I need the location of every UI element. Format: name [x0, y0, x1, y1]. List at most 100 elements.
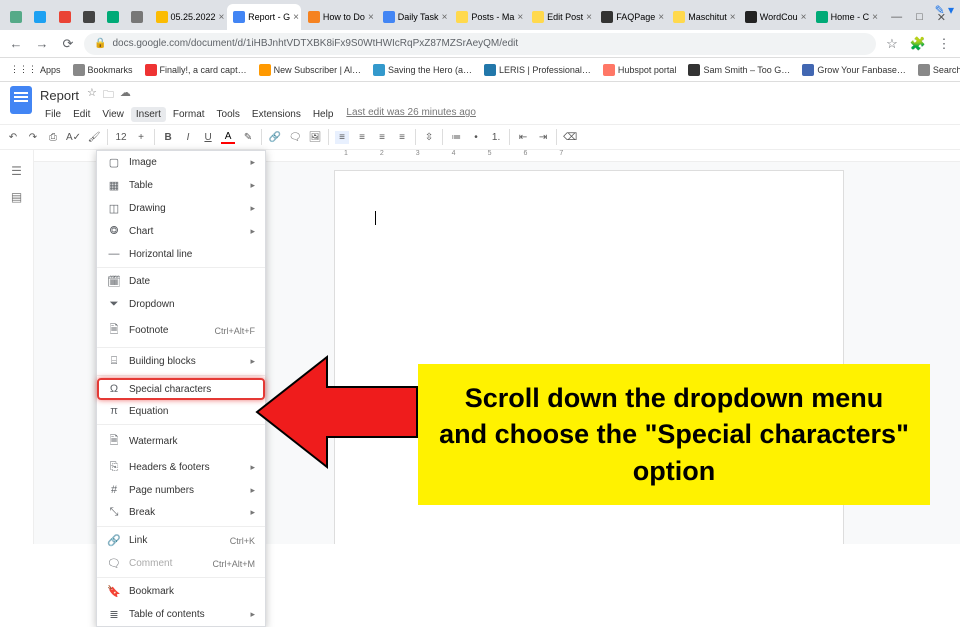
highlight-button[interactable]: ✎ [241, 132, 255, 143]
menu-button[interactable]: ⋮ [934, 36, 954, 52]
forward-button[interactable]: → [32, 36, 52, 51]
redo-button[interactable]: ↷ [26, 132, 40, 143]
text-color-button[interactable]: A [221, 131, 235, 144]
menu-item-watermark[interactable]: 🗎Watermark [97, 427, 265, 456]
tab[interactable]: Daily Task× [377, 4, 450, 30]
menu-item-chart[interactable]: ⭗Chart▸ [97, 220, 265, 243]
tab[interactable] [125, 4, 148, 30]
align-center-button[interactable]: ≡ [355, 132, 369, 143]
undo-button[interactable]: ↶ [6, 132, 20, 143]
bookmark-item[interactable]: New Subscriber | Al… [255, 64, 365, 76]
tab[interactable] [53, 4, 76, 30]
bookmark-item[interactable]: SearchFormsOnline [914, 64, 960, 76]
tab[interactable] [28, 4, 51, 30]
menu-item-break[interactable]: ⤡Break▸ [97, 501, 265, 524]
menu-item-table-of-contents[interactable]: ≣Table of contents▸ [97, 603, 265, 626]
menu-item-special-characters[interactable]: ΩSpecial characters [97, 378, 265, 400]
tab[interactable]: Home - C× [810, 4, 881, 30]
close-icon[interactable]: × [801, 12, 807, 23]
menu-item-building-blocks[interactable]: ⌸Building blocks▸ [97, 350, 265, 373]
bookmark-item[interactable]: Sam Smith – Too G… [684, 64, 794, 76]
align-right-button[interactable]: ≡ [375, 132, 389, 143]
tab[interactable]: Edit Post× [526, 4, 594, 30]
reload-button[interactable]: ⟳ [58, 36, 78, 52]
extensions-button[interactable]: 🧩 [908, 36, 928, 52]
tab-active[interactable]: Report - G× [227, 4, 301, 30]
close-icon[interactable]: × [293, 12, 299, 23]
menu-item-drawing[interactable]: ◫Drawing▸ [97, 197, 265, 220]
menu-tools[interactable]: Tools [212, 107, 245, 122]
bookmark-item[interactable]: Bookmarks [69, 64, 137, 76]
menu-item-image[interactable]: ▢Image▸ [97, 151, 265, 174]
menu-item-dropdown[interactable]: ⏷Dropdown [97, 293, 265, 316]
italic-button[interactable]: I [181, 132, 195, 143]
close-icon[interactable]: × [368, 12, 374, 23]
increase-indent-button[interactable]: ⇥ [536, 132, 550, 143]
outline-toggle-icon[interactable]: ☰ [11, 164, 22, 178]
minimize-button[interactable]: — [891, 11, 902, 24]
menu-file[interactable]: File [40, 107, 66, 122]
line-spacing-button[interactable]: ⇳ [422, 132, 436, 143]
menu-item-footnote[interactable]: 🗎FootnoteCtrl+Alt+F [97, 316, 265, 345]
paint-format-button[interactable]: 🖌 [87, 132, 101, 143]
close-icon[interactable]: × [658, 12, 664, 23]
tab[interactable] [101, 4, 124, 30]
menu-item-table[interactable]: ▦Table▸ [97, 174, 265, 197]
menu-item-page-numbers[interactable]: #Page numbers▸ [97, 479, 265, 501]
font-size-value[interactable]: 12 [114, 132, 128, 143]
star-icon[interactable]: ☆ [87, 86, 97, 105]
tab[interactable]: How to Do× [302, 4, 376, 30]
close-icon[interactable]: × [517, 12, 523, 23]
bold-button[interactable]: B [161, 132, 175, 143]
numbered-list-button[interactable]: 1. [489, 132, 503, 143]
maximize-button[interactable]: □ [916, 11, 923, 24]
menu-edit[interactable]: Edit [68, 107, 95, 122]
apps-button[interactable]: ⋮⋮⋮Apps [6, 64, 65, 75]
menu-item-horizontal-line[interactable]: —Horizontal line [97, 243, 265, 265]
decrease-indent-button[interactable]: ⇤ [516, 132, 530, 143]
summary-icon[interactable]: ▤ [11, 190, 22, 204]
close-icon[interactable]: × [730, 12, 736, 23]
add-comment-button[interactable]: 🗨 [288, 132, 302, 143]
tab[interactable]: WordCou× [739, 4, 809, 30]
editing-mode-button[interactable]: ✎ ▾ [935, 3, 954, 17]
back-button[interactable]: ← [6, 36, 26, 51]
bulleted-list-button[interactable]: • [469, 132, 483, 143]
menu-item-link[interactable]: 🔗LinkCtrl+K [97, 529, 265, 552]
menu-format[interactable]: Format [168, 107, 210, 122]
tab[interactable] [77, 4, 100, 30]
cloud-icon[interactable]: ☁ [120, 86, 131, 105]
spellcheck-button[interactable]: A✓ [66, 132, 81, 143]
close-icon[interactable]: × [219, 12, 225, 23]
bookmark-item[interactable]: Grow Your Fanbase… [798, 64, 910, 76]
font-size-plus[interactable]: + [134, 132, 148, 143]
insert-image-button[interactable]: 🖼 [308, 132, 322, 143]
underline-button[interactable]: U [201, 132, 215, 143]
menu-item-date[interactable]: 🗓Date [97, 270, 265, 293]
menu-item-headers-footers[interactable]: ⎘Headers & footers▸ [97, 456, 265, 479]
menu-help[interactable]: Help [308, 107, 339, 122]
menu-insert[interactable]: Insert [131, 107, 166, 122]
clear-formatting-button[interactable]: ⌫ [563, 132, 577, 143]
menu-item-equation[interactable]: πEquation [97, 400, 265, 422]
star-button[interactable]: ☆ [882, 36, 902, 52]
menu-view[interactable]: View [97, 107, 129, 122]
docs-logo-icon[interactable] [10, 86, 32, 114]
tab[interactable]: Maschitut× [667, 4, 738, 30]
bookmark-item[interactable]: Hubspot portal [599, 64, 681, 76]
insert-link-button[interactable]: 🔗 [268, 132, 282, 143]
close-icon[interactable]: × [872, 12, 878, 23]
tab[interactable]: Posts - Ma× [450, 4, 525, 30]
last-edit-link[interactable]: Last edit was 26 minutes ago [346, 107, 476, 122]
move-icon[interactable]: 🗀 [103, 86, 114, 105]
align-justify-button[interactable]: ≡ [395, 132, 409, 143]
align-left-button[interactable]: ≡ [335, 131, 349, 144]
tab[interactable]: FAQPage× [595, 4, 666, 30]
tab[interactable] [4, 4, 27, 30]
bookmark-item[interactable]: Saving the Hero (a… [369, 64, 476, 76]
print-button[interactable]: ⎙ [46, 132, 60, 143]
tab[interactable]: 05.25.2022× [150, 4, 227, 30]
bookmark-item[interactable]: Finally!, a card capt… [141, 64, 251, 76]
bookmark-item[interactable]: LERIS | Professional… [480, 64, 595, 76]
url-field[interactable]: 🔒 docs.google.com/document/d/1iHBJnhtVDT… [84, 33, 876, 55]
